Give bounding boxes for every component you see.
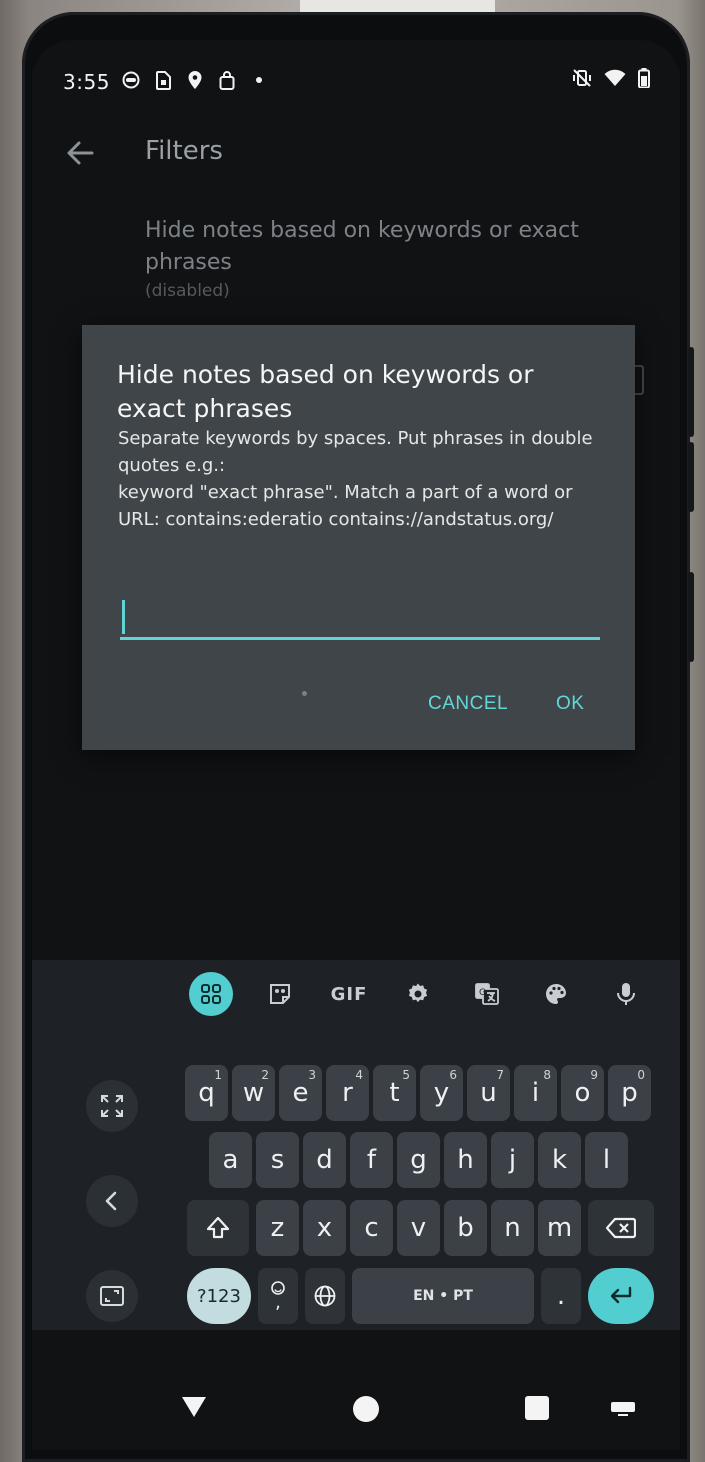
key-u[interactable]: u7 [467, 1065, 510, 1121]
key-w[interactable]: w2 [232, 1065, 275, 1121]
text-cursor [122, 600, 125, 634]
palette-icon[interactable] [534, 972, 578, 1016]
comma-label: , [275, 1292, 281, 1313]
dialog-message-line1: Separate keywords by spaces. Put phrases… [118, 428, 593, 476]
backspace-icon [606, 1217, 636, 1239]
key-a[interactable]: a [209, 1132, 252, 1188]
preference-item-keyword-filter[interactable]: Hide notes based on keywords or exact ph… [145, 215, 605, 301]
dialog-title: Hide notes based on keywords or exact ph… [117, 360, 534, 423]
settings-icon[interactable] [396, 972, 440, 1016]
key-x[interactable]: x [303, 1200, 346, 1256]
key-k[interactable]: k [538, 1132, 581, 1188]
key-y[interactable]: y6 [420, 1065, 463, 1121]
location-icon [186, 70, 204, 90]
svg-text:G: G [479, 988, 486, 998]
key-l[interactable]: l [585, 1132, 628, 1188]
key-v[interactable]: v [397, 1200, 440, 1256]
key-s[interactable]: s [256, 1132, 299, 1188]
keyboard-switch-icon[interactable] [610, 1401, 636, 1417]
key-n[interactable]: n [491, 1200, 534, 1256]
key-h[interactable]: h [444, 1132, 487, 1188]
wifi-icon [604, 69, 626, 91]
key-i[interactable]: i8 [514, 1065, 557, 1121]
screen: 3:55 Filters Hide notes based on keyword… [32, 40, 680, 1450]
globe-icon [314, 1285, 336, 1307]
key-e[interactable]: e3 [279, 1065, 322, 1121]
chevron-left-icon[interactable] [86, 1175, 138, 1227]
status-time: 3:55 [63, 70, 110, 94]
home-nav-icon[interactable] [352, 1395, 380, 1423]
space-bar[interactable]: EN • PT [352, 1268, 534, 1324]
keywords-input[interactable] [120, 593, 600, 640]
cancel-button[interactable]: CANCEL [428, 693, 508, 715]
decorative-dot [302, 691, 307, 696]
key-z[interactable]: z [256, 1200, 299, 1256]
key-c[interactable]: c [350, 1200, 393, 1256]
key-r[interactable]: r4 [326, 1065, 369, 1121]
soft-keyboard: GIF G q1 w2 e3 r4 t5 y 6 u 7 i 8 o 9 p 0… [32, 960, 680, 1330]
shift-key[interactable] [187, 1200, 249, 1256]
key-o[interactable]: o9 [561, 1065, 604, 1121]
dot-icon [250, 70, 268, 90]
emoji-comma-key[interactable]: , [258, 1268, 298, 1324]
backspace-key[interactable] [588, 1200, 654, 1256]
status-bar: 3:55 [32, 40, 680, 110]
volume-button [688, 347, 694, 437]
key-p[interactable]: p0 [608, 1065, 651, 1121]
key-f[interactable]: f [350, 1132, 393, 1188]
power-button [688, 572, 694, 662]
mic-icon[interactable] [604, 972, 648, 1016]
shift-icon [206, 1216, 230, 1239]
page-title: Filters [145, 136, 223, 166]
key-q[interactable]: q1 [185, 1065, 228, 1121]
gif-button[interactable]: GIF [327, 972, 371, 1016]
keyboard-toolbar: GIF G [32, 960, 680, 1030]
status-notification-icons [122, 70, 268, 90]
recents-nav-icon[interactable] [524, 1395, 550, 1421]
sticker-icon[interactable] [258, 972, 302, 1016]
back-arrow-icon[interactable] [62, 135, 98, 171]
preference-title: Hide notes based on keywords or exact ph… [145, 218, 579, 275]
enter-icon [610, 1286, 632, 1304]
key-m[interactable]: m [538, 1200, 581, 1256]
ok-button[interactable]: OK [556, 693, 584, 715]
key-b[interactable]: b [444, 1200, 487, 1256]
bag-icon [218, 70, 236, 90]
key-g[interactable]: g [397, 1132, 440, 1188]
enter-key[interactable] [588, 1268, 654, 1324]
symbols-key[interactable]: ?123 [187, 1268, 251, 1324]
period-key[interactable]: . [541, 1268, 581, 1324]
apps-grid-icon[interactable] [189, 972, 233, 1016]
key-j[interactable]: j [491, 1132, 534, 1188]
preference-summary: (disabled) [145, 281, 230, 301]
back-nav-icon[interactable] [180, 1395, 208, 1419]
sim-icon [154, 70, 172, 90]
side-button [688, 442, 694, 512]
space-bar-label: EN • PT [413, 1288, 473, 1304]
language-key[interactable] [305, 1268, 345, 1324]
face-icon [122, 70, 140, 90]
key-t[interactable]: t5 [373, 1065, 416, 1121]
dialog-message-line2: keyword "exact phrase". Match a part of … [118, 482, 573, 530]
resize-keyboard-icon[interactable] [86, 1270, 138, 1322]
battery-icon [638, 68, 650, 92]
filter-dialog: Hide notes based on keywords or exact ph… [82, 325, 635, 750]
navigation-bar [32, 1375, 680, 1435]
expand-keyboard-icon[interactable] [86, 1080, 138, 1132]
vibrate-off-icon [572, 68, 592, 92]
dialog-message: Separate keywords by spaces. Put phrases… [118, 425, 608, 533]
key-d[interactable]: d [303, 1132, 346, 1188]
status-system-icons [572, 68, 650, 92]
translate-icon[interactable]: G [465, 972, 509, 1016]
app-bar: Filters [32, 125, 680, 185]
